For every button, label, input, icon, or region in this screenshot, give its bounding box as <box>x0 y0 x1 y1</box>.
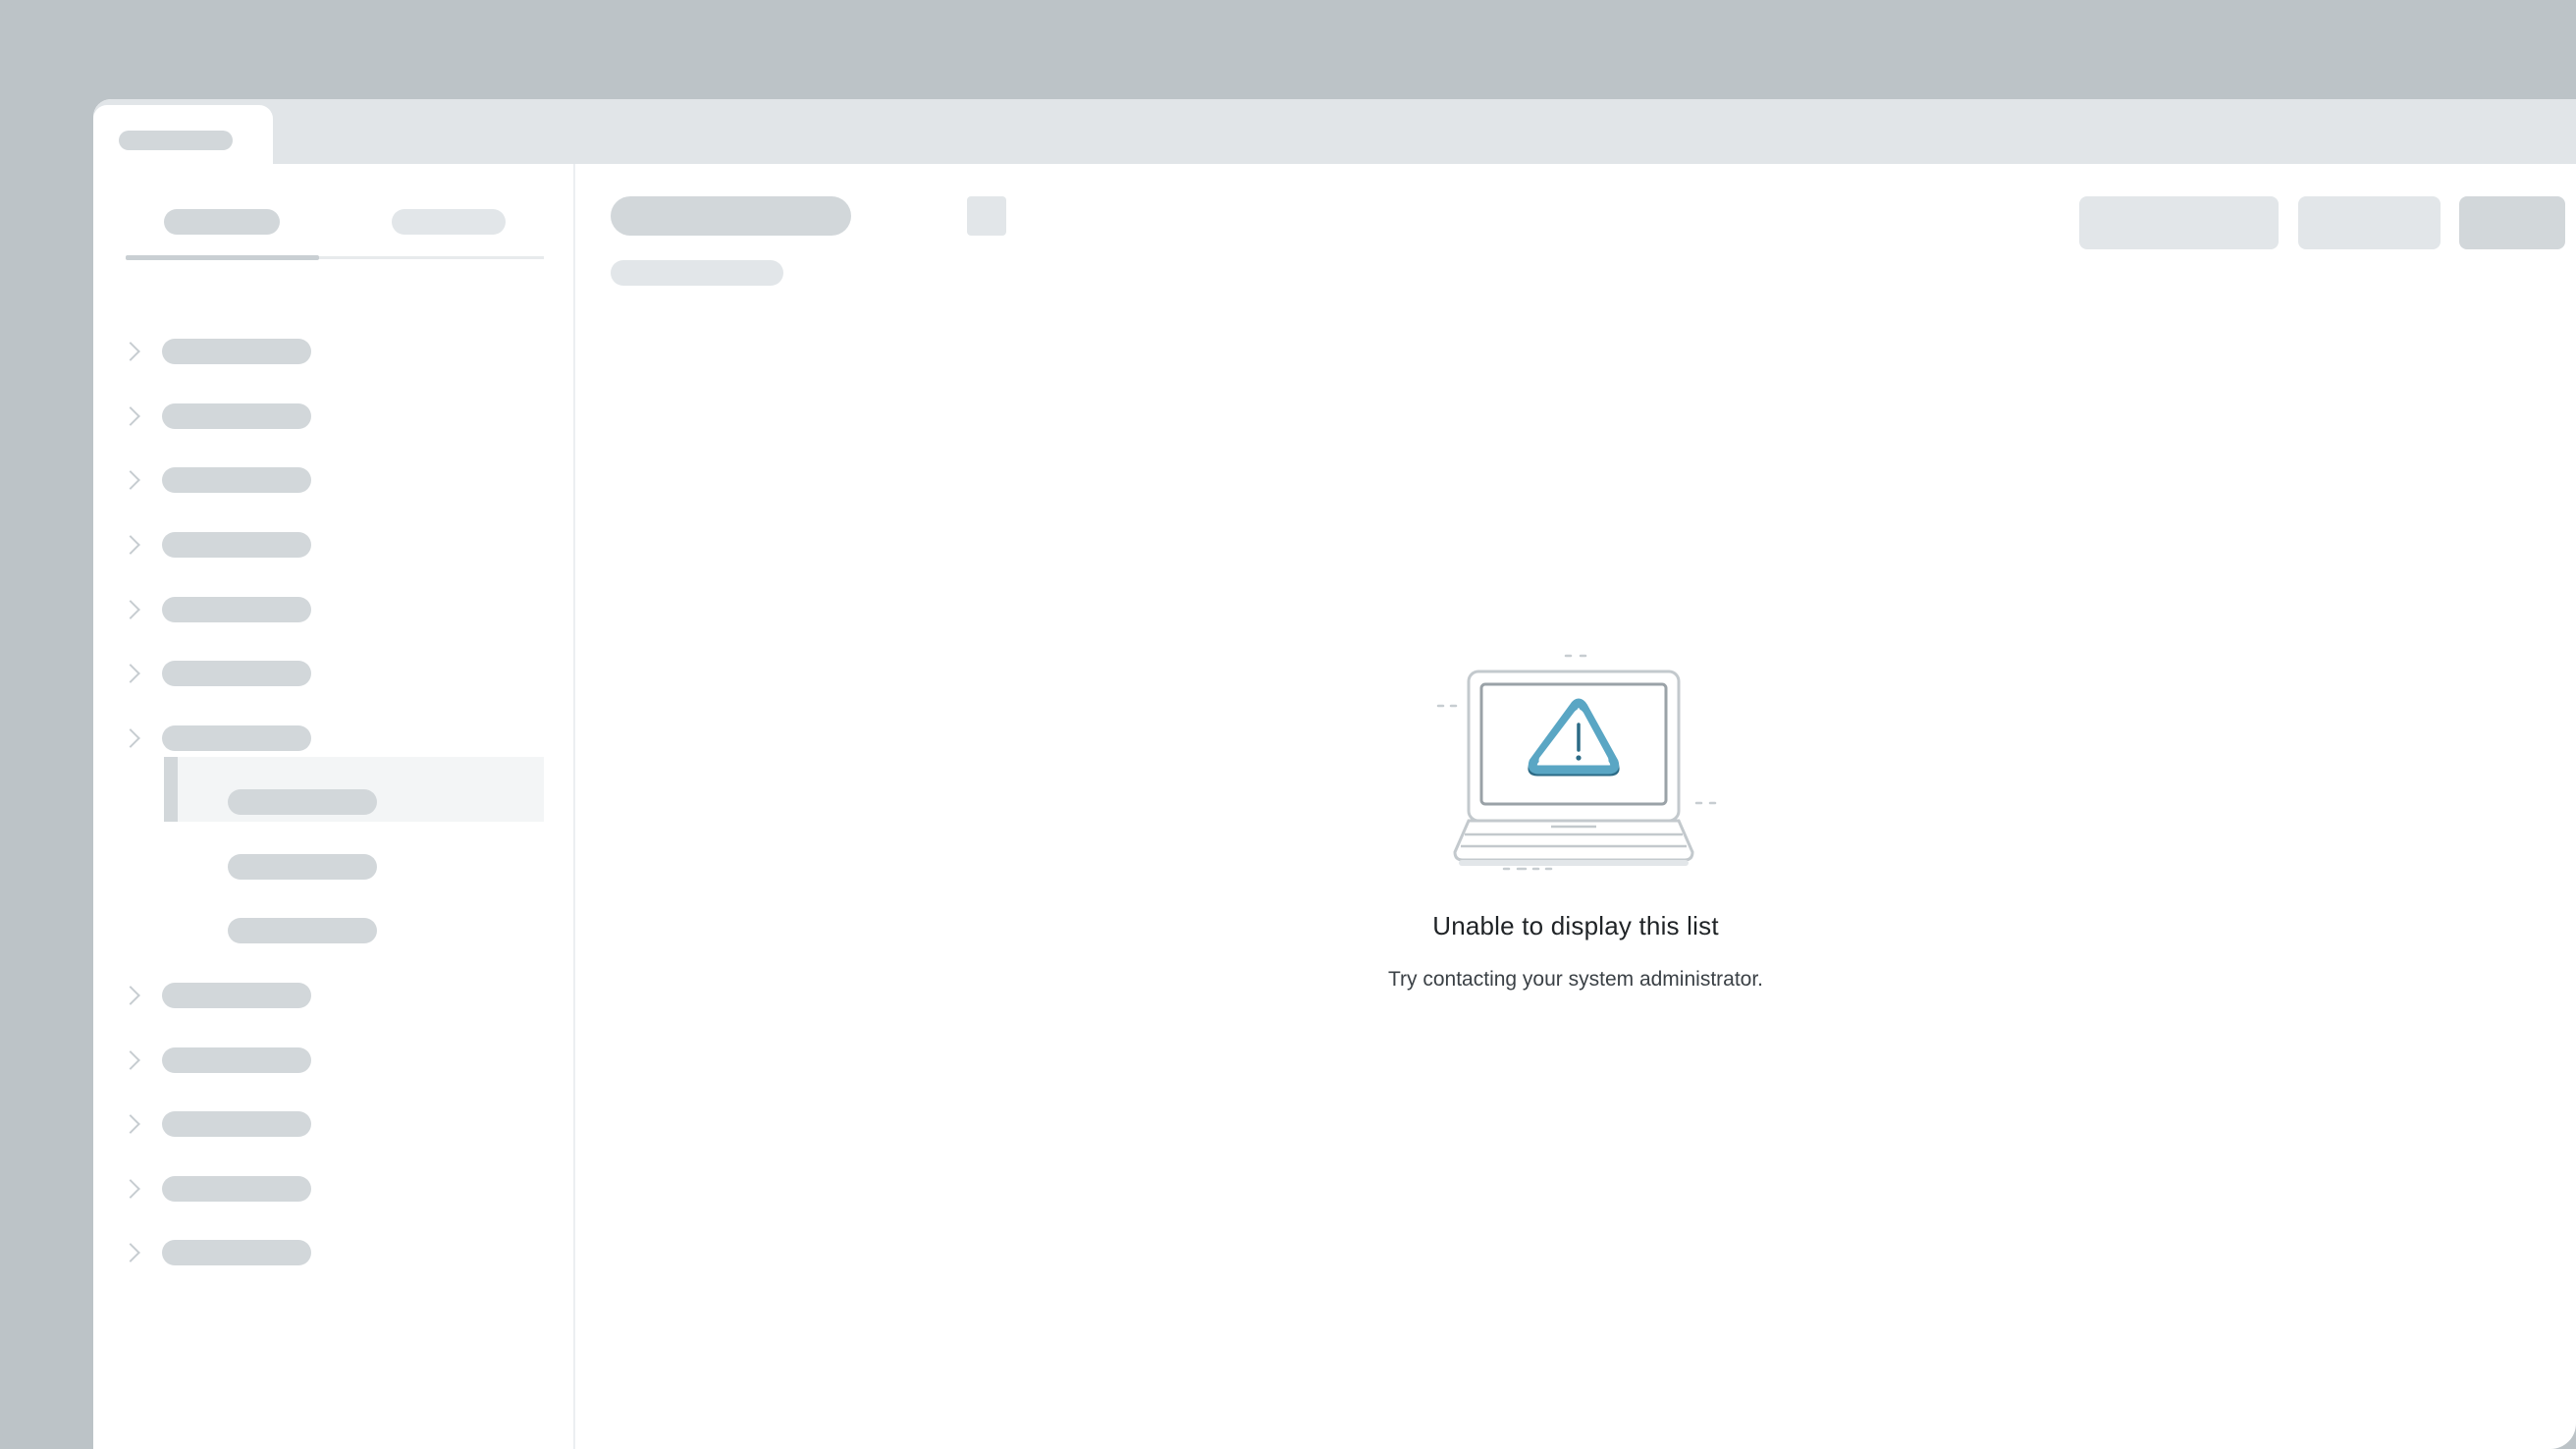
empty-state: Unable to display this list Try contacti… <box>1345 648 1806 1021</box>
screen-background: Unable to display this list Try contacti… <box>0 0 2576 1449</box>
tree-item-label-placeholder[interactable] <box>162 1047 311 1073</box>
empty-state-title: Unable to display this list <box>1432 911 1719 940</box>
chevron-right-icon[interactable] <box>121 600 140 619</box>
toolbar-button-2-placeholder[interactable] <box>2298 196 2441 249</box>
chevron-right-icon[interactable] <box>121 470 140 490</box>
tab-title-placeholder <box>119 131 233 150</box>
tree-item-label-placeholder[interactable] <box>162 1240 311 1265</box>
sidebar <box>93 164 575 1449</box>
tree-child-label-placeholder[interactable] <box>228 789 377 815</box>
chevron-right-icon[interactable] <box>121 986 140 1005</box>
tree-item-label-placeholder[interactable] <box>162 467 311 493</box>
toolbar-button-3-placeholder[interactable] <box>2459 196 2565 249</box>
tree-child-label-placeholder[interactable] <box>228 854 377 880</box>
tree-item-label-placeholder[interactable] <box>162 725 311 751</box>
tree-item-label-placeholder[interactable] <box>162 1111 311 1137</box>
page-subtitle-placeholder <box>611 260 783 286</box>
chevron-right-icon[interactable] <box>121 342 140 361</box>
chevron-right-icon[interactable] <box>121 535 140 555</box>
title-action-placeholder[interactable] <box>967 196 1006 236</box>
chevron-right-icon[interactable] <box>121 1243 140 1262</box>
laptop-warning-icon <box>1436 654 1717 871</box>
tree-item-label-placeholder[interactable] <box>162 1176 311 1202</box>
tree-item-label-placeholder[interactable] <box>162 532 311 558</box>
tree-item-label-placeholder[interactable] <box>162 597 311 622</box>
sidebar-tab-active-indicator <box>126 255 319 260</box>
chevron-right-icon[interactable] <box>121 1114 140 1134</box>
chevron-right-icon[interactable] <box>121 1050 140 1070</box>
tree-item-label-placeholder[interactable] <box>162 339 311 364</box>
browser-tab-strip <box>93 99 2576 164</box>
chevron-right-icon[interactable] <box>121 1179 140 1199</box>
tree-selected-indicator <box>164 757 178 822</box>
page-title-placeholder <box>611 196 851 236</box>
sidebar-tab-1-placeholder[interactable] <box>164 209 280 235</box>
chevron-right-icon[interactable] <box>121 406 140 426</box>
active-tab[interactable] <box>93 105 273 164</box>
chevron-right-icon[interactable] <box>121 664 140 683</box>
app-window: Unable to display this list Try contacti… <box>93 99 2576 1449</box>
chevron-right-icon[interactable] <box>121 728 140 748</box>
tree-item-label-placeholder[interactable] <box>162 661 311 686</box>
empty-state-message: Try contacting your system administrator… <box>1387 968 1764 991</box>
tree-item-label-placeholder[interactable] <box>162 403 311 429</box>
sidebar-tab-2-placeholder[interactable] <box>392 209 506 235</box>
tree-item-label-placeholder[interactable] <box>162 983 311 1008</box>
toolbar-button-1-placeholder[interactable] <box>2079 196 2279 249</box>
tree-child-label-placeholder[interactable] <box>228 918 377 943</box>
